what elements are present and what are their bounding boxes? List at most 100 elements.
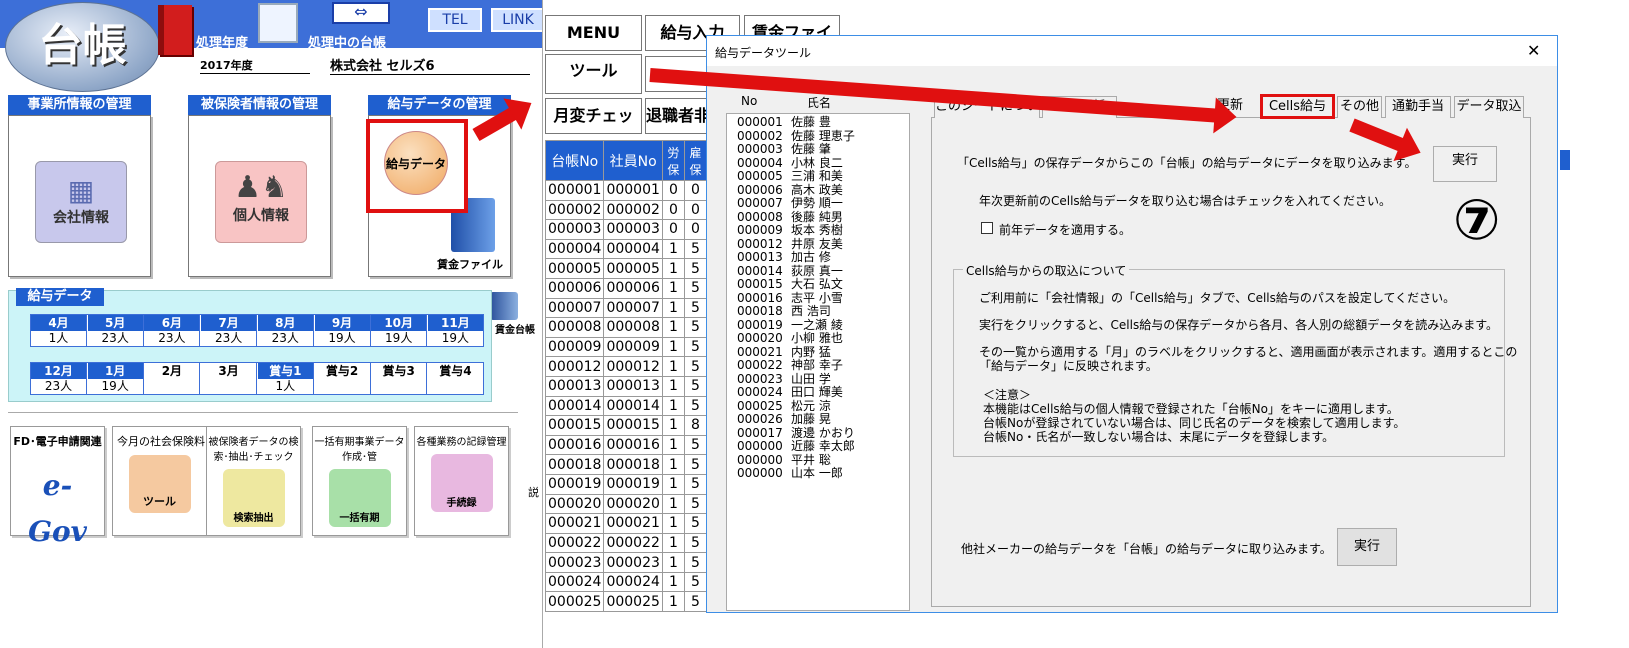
grid-cell[interactable]: 000016 xyxy=(545,434,605,456)
grid-cell[interactable]: 5 xyxy=(683,317,707,338)
month-cell[interactable]: 12月 23人 xyxy=(31,363,87,395)
grid-cell[interactable]: 5 xyxy=(683,552,707,573)
wage-file-label[interactable]: 賃金ファイル xyxy=(437,256,503,272)
grid-cell[interactable]: 1 xyxy=(661,434,685,456)
grid-cell[interactable]: 000018 xyxy=(603,454,663,475)
grid-row[interactable]: 000013 000013 1 5 xyxy=(545,375,707,397)
employee-list-item[interactable]: 000005 三浦 和美 xyxy=(737,169,899,184)
employee-list-item[interactable]: 000019 一之瀬 綾 xyxy=(737,318,899,333)
grid-cell[interactable]: 1 xyxy=(661,258,685,279)
personal-info-icon[interactable]: ♟♞ 個人情報 xyxy=(215,161,307,243)
grid-cell[interactable]: 5 xyxy=(683,395,707,417)
record-panel[interactable]: 各種業務の記録管理 手続録 xyxy=(414,426,509,536)
grid-cell[interactable]: 1 xyxy=(661,395,685,417)
employee-list-item[interactable]: 000000 平井 聡 xyxy=(737,453,899,468)
month-label[interactable]: 10月 xyxy=(371,315,427,331)
grid-cell[interactable]: 000007 xyxy=(603,297,663,319)
employee-list-item[interactable]: 000024 田口 輝美 xyxy=(737,385,899,400)
grid-cell[interactable]: 1 xyxy=(661,375,685,397)
grid-cell[interactable]: 000004 xyxy=(603,238,663,260)
grid-cell[interactable]: 1 xyxy=(661,238,685,260)
month-cell[interactable]: 6月 23人 xyxy=(144,315,201,347)
grid-row[interactable]: 000006 000006 1 5 xyxy=(545,277,707,299)
grid-cell[interactable]: 000012 xyxy=(603,356,663,377)
grid-cell[interactable]: 000009 xyxy=(603,336,663,358)
grid-cell[interactable]: 5 xyxy=(683,571,707,593)
employee-list-item[interactable]: 000018 西 浩司 xyxy=(737,304,899,319)
month-cell[interactable]: 賞与2 xyxy=(314,363,371,395)
month-label[interactable]: 賞与4 xyxy=(427,363,483,379)
social-insurance-panel[interactable]: 今月の社会保険料 ツール xyxy=(112,426,207,536)
employee-list[interactable]: 000001 佐藤 豊 000002 佐藤 理恵子 000003 佐藤 肇 000004 小林… xyxy=(726,113,910,611)
month-label[interactable]: 12月 xyxy=(31,363,86,379)
month-cell[interactable]: 11月 19人 xyxy=(427,315,484,347)
month-cell[interactable]: 9月 19人 xyxy=(314,315,371,347)
grid-cell[interactable]: 1 xyxy=(661,336,685,358)
month-cell[interactable]: 2月 xyxy=(144,363,201,395)
grid-cell[interactable]: 1 xyxy=(661,297,685,319)
grid-cell[interactable]: 1 xyxy=(661,571,685,593)
employee-list-item[interactable]: 000002 佐藤 理恵子 xyxy=(737,129,899,144)
grid-cell[interactable]: 0 xyxy=(683,199,707,221)
grid-row[interactable]: 000021 000021 1 5 xyxy=(545,513,707,534)
grid-cell[interactable]: 1 xyxy=(661,493,685,515)
grid-row[interactable]: 000012 000012 1 5 xyxy=(545,356,707,377)
employee-list-item[interactable]: 000013 加古 修 xyxy=(737,250,899,265)
grid-cell[interactable]: 1 xyxy=(661,415,685,436)
employee-list-item[interactable]: 000004 小林 良二 xyxy=(737,156,899,171)
grid-row[interactable]: 000019 000019 1 5 xyxy=(545,473,707,495)
search-extract-panel[interactable]: 被保険者データの検索･抽出･チェック 検索抽出 xyxy=(206,426,301,536)
grid-cell[interactable]: 000014 xyxy=(603,395,663,417)
grid-cell[interactable]: 000025 xyxy=(545,591,605,613)
grid-cell[interactable]: 000013 xyxy=(603,375,663,397)
grid-cell[interactable]: 5 xyxy=(683,375,707,397)
grid-cell[interactable]: 1 xyxy=(661,473,685,495)
tab-commute[interactable]: 通勤手当 xyxy=(1385,96,1451,118)
grid-cell[interactable]: 5 xyxy=(683,591,707,613)
grid-row[interactable]: 000005 000005 1 5 xyxy=(545,258,707,279)
employee-list-item[interactable]: 000022 神部 幸子 xyxy=(737,358,899,373)
month-cell[interactable]: 1月 19人 xyxy=(87,363,144,395)
month-label[interactable]: 9月 xyxy=(314,315,370,331)
grid-cell[interactable]: 000003 xyxy=(603,219,663,240)
grid-cell[interactable]: 0 xyxy=(661,199,685,221)
grid-cell[interactable]: 5 xyxy=(683,473,707,495)
month-cell[interactable]: 7月 23人 xyxy=(201,315,258,347)
month-cell[interactable]: 4月 1人 xyxy=(31,315,87,347)
salary-data-icon[interactable]: 給与データ xyxy=(384,131,448,195)
grid-row[interactable]: 000001 000001 0 0 xyxy=(545,180,707,201)
grid-cell[interactable]: 000016 xyxy=(603,434,663,456)
tel-button[interactable]: TEL xyxy=(428,8,482,32)
grid-cell[interactable]: 000004 xyxy=(545,238,605,260)
employee-list-item[interactable]: 000014 荻原 真一 xyxy=(737,264,899,279)
employee-list-item[interactable]: 000012 井原 友美 xyxy=(737,237,899,252)
grid-row[interactable]: 000015 000015 1 8 xyxy=(545,415,707,436)
grid-cell[interactable]: 000005 xyxy=(603,258,663,279)
employee-list-item[interactable]: 000021 内野 猛 xyxy=(737,345,899,360)
grid-cell[interactable]: 000023 xyxy=(545,552,605,573)
grid-cell[interactable]: 000020 xyxy=(603,493,663,515)
tab-data-import[interactable]: データ取込 xyxy=(1454,96,1524,118)
grid-cell[interactable]: 000012 xyxy=(545,356,605,377)
grid-cell[interactable]: 000025 xyxy=(603,591,663,613)
retiree-button[interactable]: 退職者非 xyxy=(645,98,707,134)
employee-list-item[interactable]: 000009 坂本 秀樹 xyxy=(737,223,899,238)
grid-cell[interactable]: 000001 xyxy=(603,180,663,201)
grid-cell[interactable]: 1 xyxy=(661,277,685,299)
grid-cell[interactable]: 000019 xyxy=(545,473,605,495)
grid-cell[interactable]: 000020 xyxy=(545,493,605,515)
month-label[interactable]: 6月 xyxy=(144,315,200,331)
calendar-icon[interactable] xyxy=(258,3,298,43)
grid-row[interactable]: 000008 000008 1 5 xyxy=(545,317,707,338)
grid-cell[interactable]: 0 xyxy=(661,219,685,240)
month-cell[interactable]: 5月 23人 xyxy=(87,315,144,347)
month-cell[interactable]: 8月 23人 xyxy=(257,315,314,347)
employee-list-item[interactable]: 000000 近藤 幸太郎 xyxy=(737,439,899,454)
grid-cell[interactable]: 5 xyxy=(683,532,707,554)
month-label[interactable]: 賞与3 xyxy=(371,363,427,379)
grid-cell[interactable]: 000023 xyxy=(603,552,663,573)
grid-row[interactable]: 000023 000023 1 5 xyxy=(545,552,707,573)
month-cell[interactable]: 10月 19人 xyxy=(371,315,428,347)
grid-cell[interactable]: 000007 xyxy=(545,297,605,319)
grid-cell[interactable]: 5 xyxy=(683,336,707,358)
